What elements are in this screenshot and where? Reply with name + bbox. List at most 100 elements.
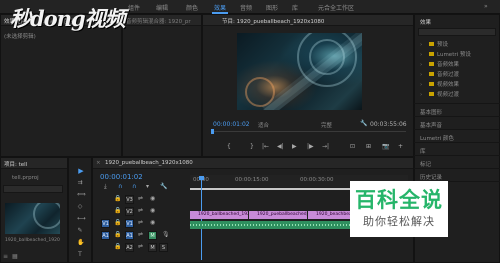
type-tool-icon[interactable]: T <box>77 252 83 258</box>
program-scrub-bar[interactable] <box>212 131 406 132</box>
close-icon[interactable]: × <box>96 160 101 166</box>
section-libraries[interactable]: 库 <box>420 147 426 155</box>
program-video-frame[interactable] <box>237 33 362 110</box>
tab-project[interactable]: 项目: tell <box>4 160 27 168</box>
track-a2-label[interactable]: A2 <box>125 243 134 252</box>
ripple-edit-tool-icon[interactable]: ⟺ <box>77 192 86 198</box>
sync-lock-icon[interactable]: ⇌ <box>138 208 143 214</box>
menu-edit[interactable]: 编辑 <box>156 3 168 12</box>
tree-item-video-effects[interactable]: › 视频效果 <box>420 80 459 88</box>
snap-icon[interactable]: ∩ <box>118 184 122 190</box>
expand-arrow-icon: › <box>420 82 423 88</box>
tab-sequence[interactable]: 1920_pueballbeach_1920x1080 <box>105 160 193 166</box>
program-timecode-duration: 00:03:55:06 <box>370 121 407 128</box>
video-clip-2[interactable]: 1920_pueballbeached_19 <box>249 211 307 219</box>
track-v1-label[interactable]: V1 <box>125 219 134 228</box>
timeline-playhead[interactable] <box>201 178 202 260</box>
menu-all-workspaces[interactable]: 元合全工作区 <box>318 3 354 12</box>
selection-tool-icon[interactable]: ▶ <box>77 168 85 176</box>
section-essential-sound[interactable]: 基本声音 <box>420 121 442 129</box>
timeline-timecode[interactable]: 00:00:01:02 <box>100 173 143 181</box>
program-tabs: 节目: 1920_pueballbeach_1920x1080 <box>203 15 413 26</box>
menu-graphics[interactable]: 图形 <box>266 3 278 12</box>
section-markers[interactable]: 标记 <box>420 160 431 168</box>
eye-icon[interactable]: ◉ <box>150 208 155 214</box>
add-marker-icon[interactable]: ▾ <box>146 184 149 190</box>
program-timecode-in[interactable]: 00:00:01:02 <box>213 121 250 128</box>
menu-assembly[interactable]: 组件 <box>128 3 140 12</box>
program-playhead[interactable] <box>211 129 214 134</box>
step-forward-icon[interactable]: |▶ <box>307 144 314 150</box>
effects-search-input[interactable] <box>418 28 496 36</box>
eye-icon[interactable]: ◉ <box>150 196 155 202</box>
mark-out-icon[interactable]: } <box>250 144 254 150</box>
project-search-input[interactable] <box>3 185 63 193</box>
sync-lock-icon[interactable]: ⇌ <box>138 232 143 238</box>
menu-overflow-icon[interactable]: » <box>484 3 488 10</box>
tree-item-lumetri-presets[interactable]: › Lumetri 预设 <box>420 50 471 58</box>
menu-effects[interactable]: 效果 <box>214 3 226 12</box>
tab-audio-clip-mixer[interactable]: 音频剪辑混合器: 1920_pr <box>126 17 191 25</box>
video-clip-1[interactable]: 1920_ballbeached_1920 <box>190 211 248 219</box>
pen-tool-icon[interactable]: ✎ <box>77 228 83 234</box>
project-clip-thumbnail[interactable] <box>5 203 60 234</box>
eye-icon[interactable]: ◉ <box>150 220 155 226</box>
track-v3-label[interactable]: V3 <box>125 195 134 204</box>
sync-lock-icon[interactable]: ⇌ <box>138 244 143 250</box>
sync-lock-icon[interactable]: ⇌ <box>138 196 143 202</box>
lock-icon[interactable]: 🔒 <box>114 220 121 226</box>
mic-icon[interactable]: 🎙 <box>162 232 170 238</box>
hand-tool-icon[interactable]: ✋ <box>77 240 84 246</box>
playhead-handle[interactable] <box>199 176 204 180</box>
go-to-out-icon[interactable]: →| <box>322 144 329 150</box>
menu-audio[interactable]: 音频 <box>240 3 252 12</box>
section-lumetri-color[interactable]: Lumetri 颜色 <box>420 134 454 142</box>
track-a1-label[interactable]: A1 <box>125 231 134 240</box>
add-button-icon[interactable]: + <box>398 144 403 150</box>
mark-in-icon[interactable]: { <box>227 144 231 150</box>
lock-icon[interactable]: 🔒 <box>114 208 121 214</box>
tree-item-audio-effects[interactable]: › 音频效果 <box>420 60 459 68</box>
track-select-tool-icon[interactable]: ⇉ <box>77 180 83 186</box>
project-clip-name[interactable]: 1920_ballbeached_1920 <box>5 238 60 243</box>
nest-icon[interactable]: ⤓ <box>104 184 107 190</box>
extract-icon[interactable]: ⊞ <box>366 144 371 150</box>
effects-title: 效果 <box>420 20 432 26</box>
sync-lock-icon[interactable]: ⇌ <box>138 220 143 226</box>
slip-tool-icon[interactable]: ⟷ <box>77 216 86 222</box>
mute-button[interactable]: M <box>148 243 157 252</box>
list-view-icon[interactable]: ≡ <box>3 254 8 260</box>
solo-button[interactable]: S <box>159 243 168 252</box>
menu-library[interactable]: 库 <box>292 3 298 12</box>
lock-icon[interactable]: 🔒 <box>114 196 121 202</box>
quality-dropdown[interactable]: 完整 <box>321 121 332 129</box>
timeline-settings-icon[interactable]: 🔧 <box>160 184 167 190</box>
tree-item-video-transitions[interactable]: › 视频过渡 <box>420 90 459 98</box>
mixer-tabs: 音频剪辑混合器: 1920_pr <box>123 15 201 26</box>
folder-icon <box>429 82 434 86</box>
lock-icon[interactable]: 🔒 <box>114 244 121 250</box>
settings-wrench-icon[interactable]: 🔧 <box>360 121 367 127</box>
section-history[interactable]: 历史记录 <box>420 173 442 181</box>
section-essential-graphics[interactable]: 基本图形 <box>420 108 442 116</box>
export-frame-icon[interactable]: 📷 <box>382 144 389 150</box>
razor-tool-icon[interactable]: ◇ <box>77 204 83 210</box>
go-to-in-icon[interactable]: |← <box>262 144 269 150</box>
tree-item-audio-transitions[interactable]: › 音频过渡 <box>420 70 459 78</box>
baike-watermark-badge: 百科全说 助你轻松解决 <box>350 181 448 237</box>
icon-view-icon[interactable]: ▦ <box>12 254 18 260</box>
audio-clip-mixer-panel: 音频剪辑混合器: 1920_pr <box>122 14 202 157</box>
fit-dropdown[interactable]: 适合 <box>258 121 269 129</box>
tree-item-presets[interactable]: › 预设 <box>420 40 448 48</box>
source-patch-v1[interactable]: V1 <box>101 219 110 228</box>
source-patch-a1[interactable]: A1 <box>101 231 110 240</box>
lift-icon[interactable]: ⊡ <box>350 144 355 150</box>
menu-color[interactable]: 颜色 <box>186 3 198 12</box>
mute-button[interactable]: M <box>148 231 157 240</box>
play-icon[interactable]: ▶ <box>292 144 297 150</box>
lock-icon[interactable]: 🔒 <box>114 232 121 238</box>
track-v2-label[interactable]: V2 <box>125 207 134 216</box>
tab-program[interactable]: 节目: 1920_pueballbeach_1920x1080 <box>222 17 324 25</box>
linked-selection-icon[interactable]: ∩ <box>132 184 136 190</box>
step-back-icon[interactable]: ◀| <box>277 144 284 150</box>
